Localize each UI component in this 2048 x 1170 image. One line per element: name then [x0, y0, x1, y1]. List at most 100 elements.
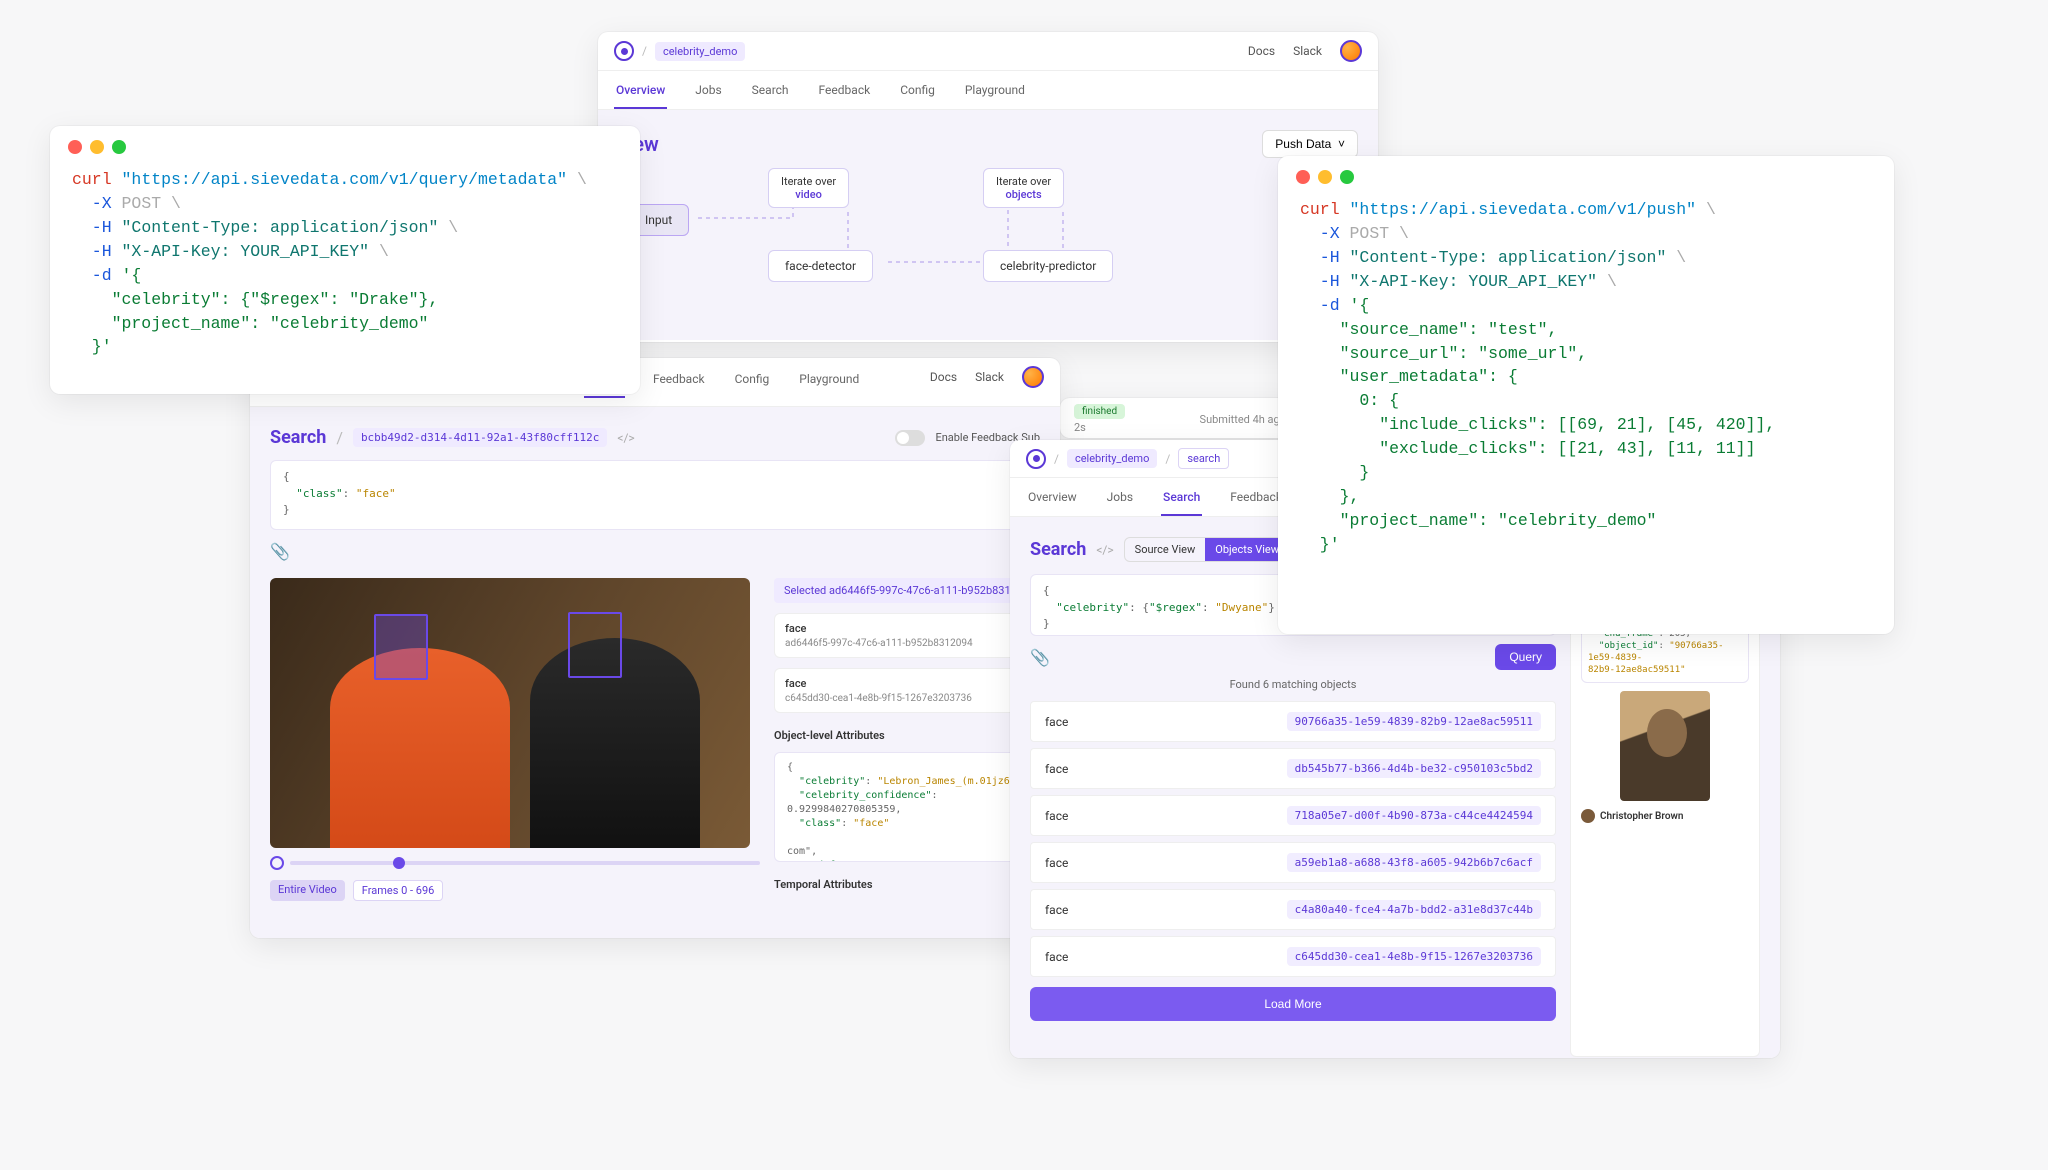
- project-chip[interactable]: celebrity_demo: [1067, 449, 1157, 468]
- tab-search[interactable]: Search: [750, 77, 791, 109]
- scrubber-thumb[interactable]: [393, 857, 405, 869]
- tab-overview[interactable]: Overview: [1026, 484, 1079, 516]
- temporal-attrs-title: Temporal Attributes: [774, 878, 1040, 891]
- entire-video-badge[interactable]: Entire Video: [270, 880, 345, 901]
- tab-jobs[interactable]: Jobs: [1105, 484, 1135, 516]
- push-data-button[interactable]: Push Data ˅: [1262, 130, 1358, 158]
- object-label: face: [1045, 950, 1068, 964]
- minimize-icon[interactable]: [1318, 170, 1332, 184]
- code-block: curl "https://api.sievedata.com/v1/push"…: [1278, 190, 1894, 579]
- object-id: 718a05e7-d00f-4b90-873a-c44ce4424594: [1287, 806, 1541, 825]
- crumb-sep: /: [642, 44, 647, 58]
- video-timeline[interactable]: [270, 854, 760, 872]
- tab-feedback[interactable]: Feedback: [817, 77, 873, 109]
- duration-text: 2s: [1074, 421, 1125, 434]
- tab-playground[interactable]: Playground: [797, 366, 861, 398]
- tab-overview[interactable]: Overview: [614, 77, 667, 109]
- pipeline-diagram: Input Iterate over video face-detector I…: [618, 168, 1358, 338]
- docs-link[interactable]: Docs: [930, 370, 957, 384]
- search-title: Search: [1030, 539, 1086, 560]
- dashboard-overview-window: / celebrity_demo Docs Slack Overview Job…: [598, 32, 1378, 342]
- tab-config[interactable]: Config: [898, 77, 937, 109]
- face-box-selected[interactable]: [374, 614, 428, 680]
- zoom-icon[interactable]: [1340, 170, 1354, 184]
- tab-config[interactable]: Config: [733, 366, 772, 398]
- close-icon[interactable]: [1296, 170, 1310, 184]
- slack-link[interactable]: Slack: [975, 370, 1004, 384]
- load-more-button[interactable]: Load More: [1030, 987, 1556, 1021]
- feedback-toggle[interactable]: [895, 430, 925, 446]
- gear-icon[interactable]: [270, 856, 284, 870]
- tab-playground[interactable]: Playground: [963, 77, 1027, 109]
- close-icon[interactable]: [68, 140, 82, 154]
- window-controls: [50, 126, 640, 160]
- logo-icon: [1026, 449, 1046, 469]
- object-id: a59eb1a8-a688-43f8-a605-942b6b7c6acf: [1287, 853, 1541, 872]
- object-attrs-json: { "celebrity": "Lebron_James_(m.01jz6d "…: [774, 752, 1040, 862]
- face-card[interactable]: face ad6446f5-997c-47c6-a111-b952b831209…: [774, 613, 1040, 658]
- object-label: face: [1045, 856, 1068, 870]
- job-id-chip[interactable]: bcbb49d2-d314-4d11-92a1-43f80cff112c: [353, 428, 607, 447]
- project-chip[interactable]: celebrity_demo: [655, 42, 745, 61]
- face-box[interactable]: [568, 612, 622, 678]
- tab-search[interactable]: Search: [1161, 484, 1202, 516]
- attachment-icon[interactable]: 📎: [270, 542, 290, 561]
- face-card[interactable]: face c645dd30-cea1-4e8b-9f15-1267e320373…: [774, 668, 1040, 713]
- terminal-push: curl "https://api.sievedata.com/v1/push"…: [1278, 156, 1894, 634]
- minimize-icon[interactable]: [90, 140, 104, 154]
- search-chip[interactable]: search: [1178, 448, 1229, 469]
- submitted-text: Submitted 4h ago: [1200, 413, 1286, 426]
- object-row[interactable]: face 90766a35-1e59-4839-82b9-12ae8ac59511: [1030, 701, 1556, 742]
- tab-feedback[interactable]: Feedback: [1228, 484, 1284, 516]
- selected-header: Selected ad6446f5-997c-47c6-a111-b952b83…: [774, 578, 1040, 603]
- view-toggle[interactable]: Source View Objects View: [1124, 537, 1290, 562]
- related-person[interactable]: Christopher Brown: [1581, 809, 1683, 823]
- object-row[interactable]: face a59eb1a8-a688-43f8-a605-942b6b7c6acf: [1030, 842, 1556, 883]
- tab-jobs[interactable]: Jobs: [693, 77, 723, 109]
- objects-view-btn[interactable]: Objects View: [1205, 538, 1289, 561]
- zoom-icon[interactable]: [112, 140, 126, 154]
- tabs-row: Overview Jobs Search Feedback Config Pla…: [598, 71, 1378, 110]
- object-label: face: [1045, 903, 1068, 917]
- video-frame[interactable]: [270, 578, 750, 848]
- node-celebrity-predictor[interactable]: celebrity-predictor: [983, 250, 1113, 282]
- portrait-image: [1620, 691, 1710, 801]
- topbar: / celebrity_demo Docs Slack: [598, 32, 1378, 71]
- job-status-strip: finished 2s Submitted 4h ago: [1060, 398, 1300, 438]
- object-id: c4a80a40-fce4-4a7b-bdd2-a31e8d37c44b: [1287, 900, 1541, 919]
- node-iterate-objects[interactable]: Iterate over objects: [983, 168, 1064, 208]
- status-badge: finished: [1074, 404, 1125, 419]
- code-icon[interactable]: </>: [1096, 543, 1113, 557]
- overview-body: view Push Data ˅ Input Iterate over vide…: [598, 110, 1378, 340]
- tab-feedback[interactable]: Feedback: [651, 366, 707, 398]
- slack-link[interactable]: Slack: [1293, 44, 1322, 58]
- code-icon[interactable]: </>: [617, 431, 634, 445]
- window-controls: [1278, 156, 1894, 190]
- object-attrs-title: Object-level Attributes: [774, 729, 1040, 742]
- object-row[interactable]: face c645dd30-cea1-4e8b-9f15-1267e3203736: [1030, 936, 1556, 977]
- object-row[interactable]: face c4a80a40-fce4-4a7b-bdd2-a31e8d37c44b: [1030, 889, 1556, 930]
- code-block: curl "https://api.sievedata.com/v1/query…: [50, 160, 640, 381]
- object-id: c645dd30-cea1-4e8b-9f15-1267e3203736: [1287, 947, 1541, 966]
- breadcrumb: / celebrity_demo: [614, 41, 745, 61]
- object-id: 90766a35-1e59-4839-82b9-12ae8ac59511: [1287, 712, 1541, 731]
- avatar-icon[interactable]: [1022, 366, 1044, 388]
- object-row[interactable]: face 718a05e7-d00f-4b90-873a-c44ce4424594: [1030, 795, 1556, 836]
- attachment-icon[interactable]: 📎: [1030, 648, 1050, 667]
- search-video-window: Overview Jobs Search Feedback Config Pla…: [250, 358, 1060, 938]
- object-label: face: [1045, 809, 1068, 823]
- source-view-btn[interactable]: Source View: [1125, 538, 1206, 561]
- docs-link[interactable]: Docs: [1248, 44, 1275, 58]
- avatar-icon: [1581, 809, 1595, 823]
- node-iterate-video[interactable]: Iterate over video: [768, 168, 849, 208]
- query-editor[interactable]: { "class": "face"}: [270, 460, 1040, 530]
- node-face-detector[interactable]: face-detector: [768, 250, 873, 282]
- object-id: db545b77-b366-4d4b-be32-c950103c5bd2: [1287, 759, 1541, 778]
- search-title: Search: [270, 427, 326, 448]
- match-count: Found 6 matching objects: [1030, 678, 1556, 691]
- object-label: face: [1045, 715, 1068, 729]
- top-links: Docs Slack: [1248, 40, 1362, 62]
- object-row[interactable]: facedb545b77-b366-4d4b-be32-c950103c5bd2: [1030, 748, 1556, 789]
- query-button[interactable]: Query: [1495, 644, 1556, 670]
- avatar-icon[interactable]: [1340, 40, 1362, 62]
